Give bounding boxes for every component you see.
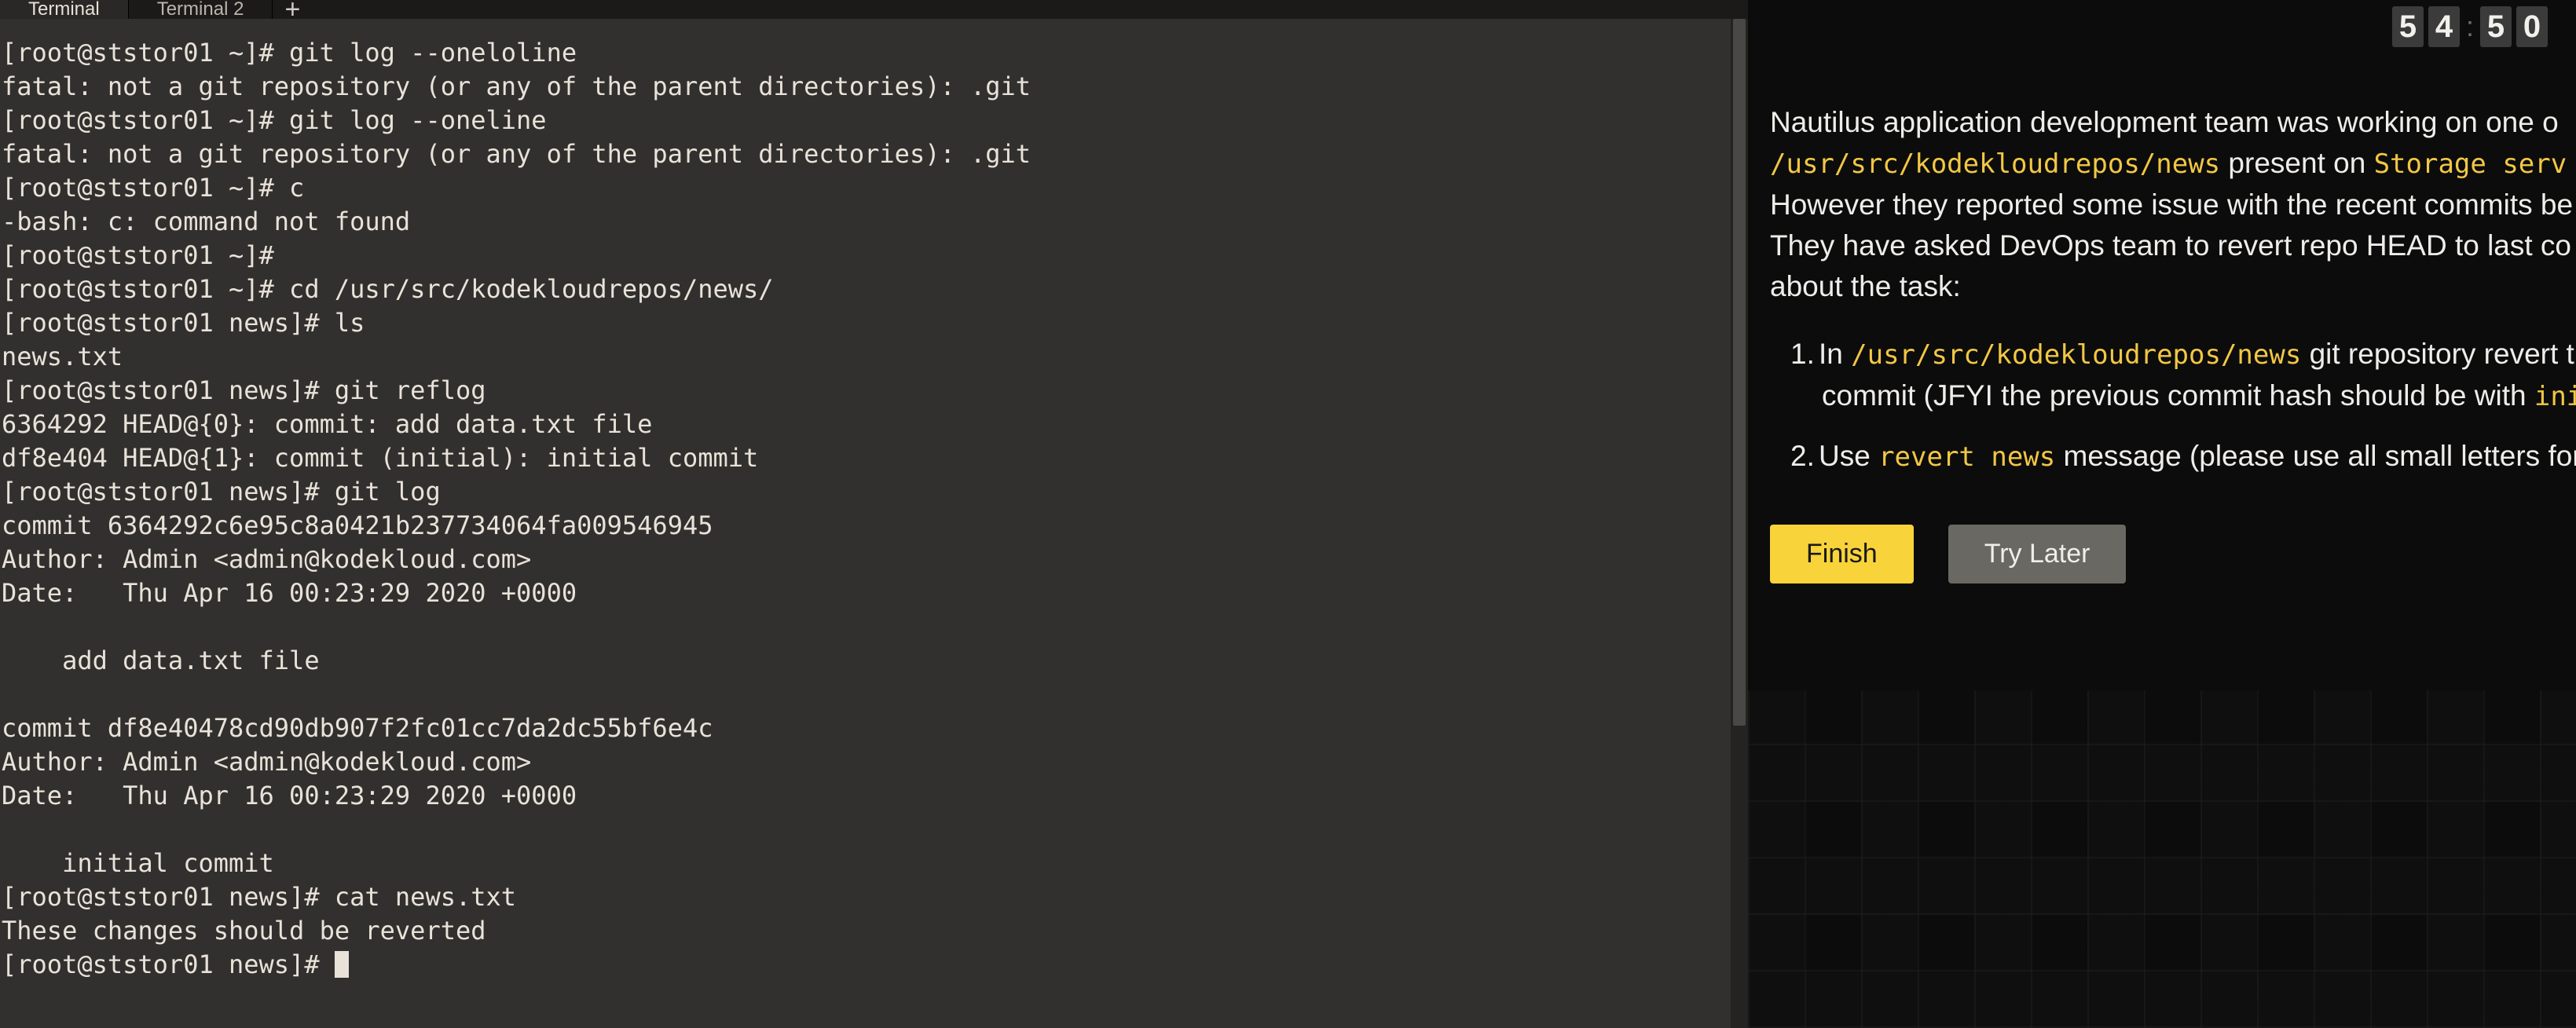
- tab-bar: Terminal Terminal 2 +: [0, 0, 1748, 19]
- finish-button[interactable]: Finish: [1770, 525, 1914, 584]
- timer-digit-4: 0: [2516, 6, 2548, 47]
- task-line-1: Nautilus application development team wa…: [1770, 102, 2576, 143]
- terminal-scrollbar-thumb[interactable]: [1733, 19, 1746, 726]
- initial-commit-code: initial com: [2534, 381, 2576, 412]
- terminal-body[interactable]: [root@ststor01 ~]# git log --oneloline f…: [0, 19, 1748, 1028]
- terminal-scrollbar[interactable]: [1731, 19, 1748, 1028]
- task-step-1: 1.In /usr/src/kodekloudrepos/news git re…: [1822, 334, 2576, 417]
- terminal-cursor: [335, 951, 349, 978]
- task-pane: 5 4 : 5 0 Nautilus application developme…: [1748, 0, 2576, 1028]
- task-step-2: 2.Use revert news message (please use al…: [1822, 436, 2576, 477]
- tab-label: Terminal: [28, 0, 100, 20]
- task-line-5: about the task:: [1770, 266, 2576, 307]
- terminal-output: [root@ststor01 ~]# git log --oneloline f…: [2, 36, 1748, 982]
- timer-colon: :: [2464, 10, 2475, 43]
- task-line-3: However they reported some issue with th…: [1770, 185, 2576, 225]
- task-steps-list: 1.In /usr/src/kodekloudrepos/news git re…: [1770, 334, 2576, 477]
- task-description: Nautilus application development team wa…: [1770, 102, 2576, 584]
- terminal-pane: Terminal Terminal 2 + [root@ststor01 ~]#…: [0, 0, 1748, 1028]
- storage-server-code: Storage serv: [2374, 148, 2567, 180]
- repo-path-code: /usr/src/kodekloudrepos/news: [1770, 148, 2220, 180]
- timer-digit-3: 5: [2480, 6, 2512, 47]
- tab-terminal-1[interactable]: Terminal: [0, 0, 129, 19]
- background-tiles: [1748, 690, 2576, 1028]
- timer-digit-1: 5: [2392, 6, 2424, 47]
- tab-terminal-2[interactable]: Terminal 2: [129, 0, 273, 19]
- repo-path-code: /usr/src/kodekloudrepos/news: [1851, 339, 2301, 371]
- task-line-2: /usr/src/kodekloudrepos/news present on …: [1770, 143, 2576, 185]
- tab-label: Terminal 2: [157, 0, 244, 20]
- countdown-timer: 5 4 : 5 0: [2392, 6, 2548, 47]
- revert-news-code: revert news: [1878, 441, 2055, 473]
- task-line-4: They have asked DevOps team to revert re…: [1770, 225, 2576, 266]
- timer-digit-2: 4: [2428, 6, 2460, 47]
- task-actions: Finish Try Later: [1770, 525, 2576, 584]
- tab-add-button[interactable]: +: [273, 0, 312, 19]
- try-later-button[interactable]: Try Later: [1948, 525, 2127, 584]
